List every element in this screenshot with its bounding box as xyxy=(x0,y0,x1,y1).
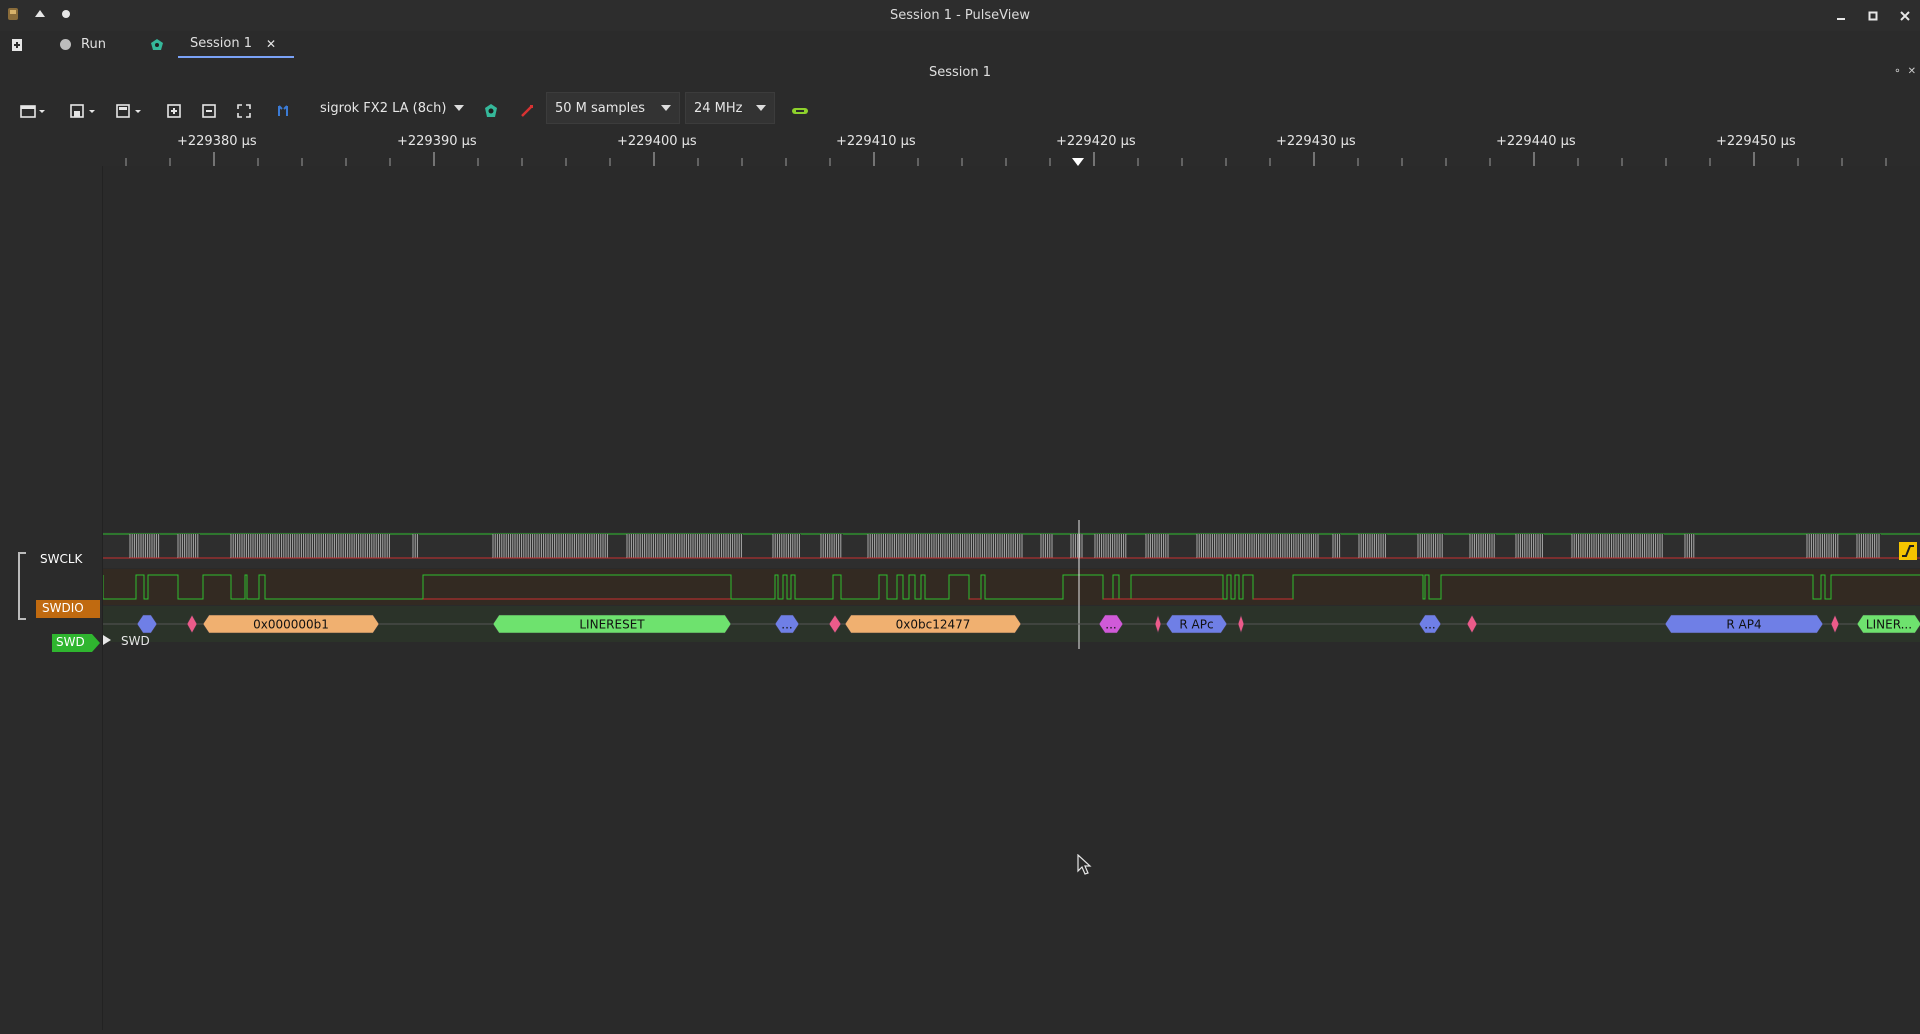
decoder-annotation-text: ... xyxy=(781,618,792,632)
swclk-edges xyxy=(626,534,742,558)
ruler-label: +229430 µs xyxy=(1276,134,1356,149)
signal-traces: 0x000000b1 LINERESET... 0x0bc12477... R APc… xyxy=(103,520,1920,649)
swclk-edges xyxy=(772,534,800,558)
decoder-annotation-text: ... xyxy=(1424,618,1435,632)
new-session-icon[interactable] xyxy=(10,31,24,58)
decoder-annotation[interactable] xyxy=(186,614,198,634)
device-label: sigrok FX2 LA (8ch) xyxy=(320,100,447,116)
open-icon[interactable] xyxy=(18,96,48,126)
ruler-label: +229440 µs xyxy=(1496,134,1576,149)
cursor-icon[interactable] xyxy=(272,96,294,126)
ruler-label: +229450 µs xyxy=(1716,134,1796,149)
decoder-annotation-text: LINER... xyxy=(1866,618,1912,632)
run-status-icon xyxy=(60,39,71,50)
decoder-annotation-text: R AP4 xyxy=(1726,618,1761,632)
title-bar: Session 1 - PulseView xyxy=(0,0,1920,31)
zoom-in-icon[interactable] xyxy=(164,96,184,126)
maximize-icon[interactable] xyxy=(1864,7,1882,25)
channel-tag-swdio[interactable]: SWDIO xyxy=(36,600,100,618)
swclk-edges xyxy=(492,534,608,558)
chevron-down-icon xyxy=(454,105,464,111)
close-dock-icon[interactable]: ✕ xyxy=(1908,66,1916,77)
ruler-label: +229390 µs xyxy=(397,134,477,149)
window-controls xyxy=(1832,0,1914,31)
decoder-icon[interactable] xyxy=(788,96,812,126)
decoder-annotation[interactable] xyxy=(828,614,842,634)
swclk-edges xyxy=(1515,534,1543,558)
decoder-annotation[interactable] xyxy=(1466,614,1478,634)
cursor-marker-icon[interactable] xyxy=(1072,158,1084,166)
zoom-fit-icon[interactable] xyxy=(234,96,254,126)
device-config-icon[interactable] xyxy=(480,96,502,126)
decoder-row-label: SWD xyxy=(121,634,150,648)
window-title: Session 1 - PulseView xyxy=(889,8,1031,23)
decoder-annotation[interactable] xyxy=(1830,614,1840,634)
run-button[interactable]: Run xyxy=(60,31,106,58)
tab-bar: Run Session 1 ✕ xyxy=(0,31,1920,59)
decoder-annotation-text: 0x0bc12477 xyxy=(896,618,971,632)
save-as-icon[interactable] xyxy=(114,96,144,126)
decoder-annotation[interactable] xyxy=(1237,614,1245,634)
tab-session-label: Session 1 xyxy=(190,36,253,51)
samples-selector[interactable]: 50 M samples xyxy=(546,92,680,124)
swdio-trace xyxy=(103,574,1920,600)
mouse-pointer-icon xyxy=(1077,854,1092,875)
minimize-icon[interactable] xyxy=(1832,7,1850,25)
session-dock-header: Session 1 ⚬ ✕ xyxy=(0,58,1920,88)
samplerate-label: 24 MHz xyxy=(694,100,743,116)
ruler-ticks xyxy=(125,152,1887,166)
ruler-label: +229410 µs xyxy=(836,134,916,149)
channel-headers: SWCLK SWDIO SWD xyxy=(0,166,102,1030)
session-title: Session 1 xyxy=(928,65,991,80)
samples-label: 50 M samples xyxy=(555,100,646,116)
decoder-annotation[interactable] xyxy=(1154,614,1162,634)
decoder-annotation-text: LINERESET xyxy=(579,618,645,632)
decoder-annotation-text: 0x000000b1 xyxy=(253,618,329,632)
swclk-burst-bg xyxy=(413,534,419,558)
swclk-edges xyxy=(1806,534,1839,558)
decoder-annotation-text: ... xyxy=(1105,618,1116,632)
swclk-edges xyxy=(230,534,390,558)
samplerate-selector[interactable]: 24 MHz xyxy=(685,92,775,124)
ruler-label: +229420 µs xyxy=(1056,134,1136,149)
device-selector[interactable]: sigrok FX2 LA (8ch) xyxy=(312,92,472,124)
close-window-icon[interactable] xyxy=(1896,7,1914,25)
close-tab-icon[interactable]: ✕ xyxy=(266,37,276,51)
trace-view[interactable]: 0x000000b1 LINERESET... 0x0bc12477... R APc… xyxy=(102,166,1920,1030)
chevron-down-icon xyxy=(756,105,766,111)
probe-icon[interactable] xyxy=(516,96,538,126)
ruler-label: +229400 µs xyxy=(617,134,697,149)
swclk-edges xyxy=(1094,534,1127,558)
zoom-out-icon[interactable] xyxy=(199,96,219,126)
ruler-label: +229380 µs xyxy=(177,134,257,149)
channel-label-swdio: SWDIO xyxy=(42,601,84,615)
decoder-label: SWD xyxy=(56,635,85,649)
swclk-burst-bg xyxy=(1857,534,1881,558)
decoder-annotation[interactable] xyxy=(136,614,158,634)
session-device-icon[interactable] xyxy=(150,31,164,58)
expand-row-icon[interactable] xyxy=(103,635,111,645)
chevron-down-icon xyxy=(661,105,671,111)
channel-group-bracket xyxy=(18,552,26,620)
swclk-edges xyxy=(1358,534,1386,558)
tab-session-1[interactable]: Session 1 ✕ xyxy=(178,31,294,58)
trigger-edge-icon[interactable] xyxy=(1899,542,1917,560)
float-dock-icon[interactable]: ⚬ xyxy=(1893,66,1901,77)
channel-label-swclk[interactable]: SWCLK xyxy=(34,551,88,567)
decoder-annotation-text: R APc xyxy=(1179,618,1213,632)
decoder-tag-swd[interactable]: SWD xyxy=(52,634,100,652)
run-label: Run xyxy=(81,37,106,52)
save-icon[interactable] xyxy=(68,96,98,126)
time-ruler[interactable]: +229380 µs +229390 µs +229400 µs +229410… xyxy=(102,130,1920,166)
